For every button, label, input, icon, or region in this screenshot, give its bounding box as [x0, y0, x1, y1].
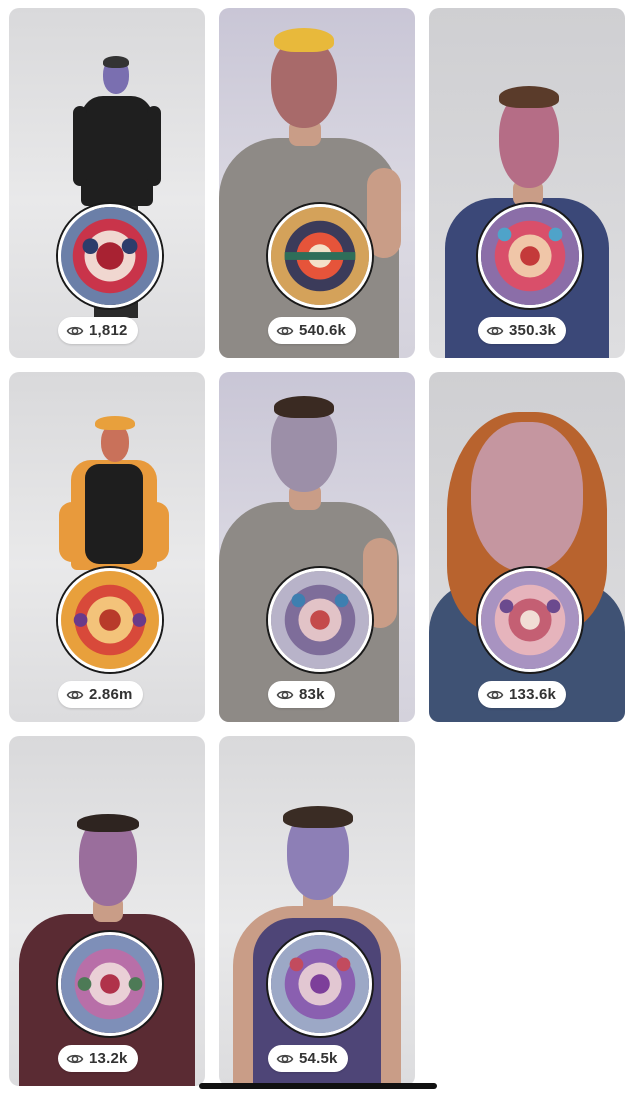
effect-card[interactable]: 54.5k: [219, 736, 415, 1086]
view-count-badge: 2.86m: [58, 681, 143, 708]
eye-icon: [66, 326, 84, 335]
eye-icon: [486, 690, 504, 699]
view-count: 83k: [299, 686, 325, 703]
kaleidoscope-preview: [58, 204, 162, 308]
effect-card[interactable]: 83k: [219, 372, 415, 722]
effect-card[interactable]: 13.2k: [9, 736, 205, 1086]
effects-grid: 1,812 540.6k 350.3k 2.86m 83k 133.6k 13.…: [0, 0, 629, 1104]
view-count: 54.5k: [299, 1050, 338, 1067]
view-count: 540.6k: [299, 322, 347, 339]
kaleidoscope-preview: [268, 568, 372, 672]
kaleidoscope-preview: [478, 204, 582, 308]
view-count-badge: 54.5k: [268, 1045, 348, 1072]
effect-card[interactable]: 540.6k: [219, 8, 415, 358]
home-indicator[interactable]: [199, 1083, 437, 1089]
eye-icon: [66, 690, 84, 699]
view-count: 13.2k: [89, 1050, 128, 1067]
view-count-badge: 1,812: [58, 317, 138, 344]
view-count: 1,812: [89, 322, 128, 339]
kaleidoscope-preview: [268, 204, 372, 308]
eye-icon: [276, 690, 294, 699]
effect-card[interactable]: 350.3k: [429, 8, 625, 358]
view-count-badge: 83k: [268, 681, 335, 708]
view-count-badge: 540.6k: [268, 317, 357, 344]
kaleidoscope-preview: [58, 568, 162, 672]
view-count-badge: 13.2k: [58, 1045, 138, 1072]
eye-icon: [276, 1054, 294, 1063]
kaleidoscope-preview: [58, 932, 162, 1036]
view-count: 133.6k: [509, 686, 557, 703]
effect-card[interactable]: 2.86m: [9, 372, 205, 722]
view-count: 350.3k: [509, 322, 557, 339]
eye-icon: [276, 326, 294, 335]
effect-card[interactable]: 133.6k: [429, 372, 625, 722]
kaleidoscope-preview: [268, 932, 372, 1036]
kaleidoscope-preview: [478, 568, 582, 672]
eye-icon: [486, 326, 504, 335]
eye-icon: [66, 1054, 84, 1063]
view-count: 2.86m: [89, 686, 133, 703]
view-count-badge: 133.6k: [478, 681, 567, 708]
effect-card[interactable]: 1,812: [9, 8, 205, 358]
view-count-badge: 350.3k: [478, 317, 567, 344]
